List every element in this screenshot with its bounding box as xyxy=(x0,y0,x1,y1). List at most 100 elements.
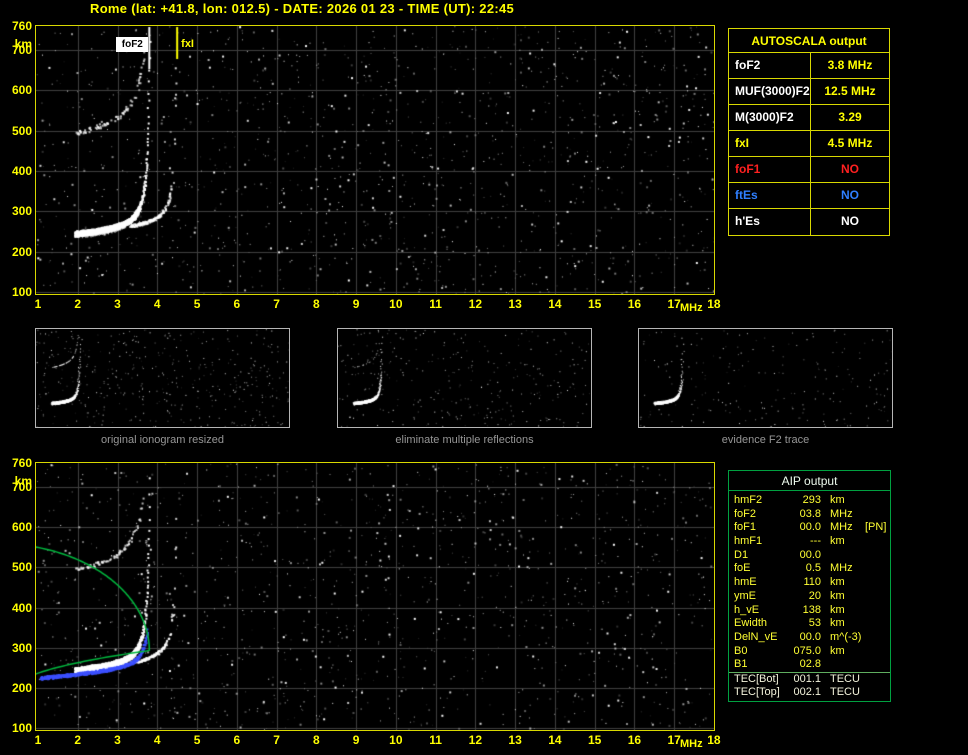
aip-row: hmE 110 km xyxy=(729,576,890,590)
y-tick-label: 600 xyxy=(11,520,32,535)
autoscala-table-body: foF2 3.8 MHz MUF(3000)F2 12.5 MHz M(3000)F2 3… xyxy=(729,53,889,235)
x-tick-label: 6 xyxy=(233,297,241,311)
aip-row: hmF1 --- km xyxy=(729,535,890,549)
x-tick-label: 11 xyxy=(429,297,442,311)
autoscala-param-value: 12.5 MHz xyxy=(824,84,876,98)
thumbnail-caption-original: original ionogram resized xyxy=(101,434,224,446)
autoscala-row: fxI 4.5 MHz xyxy=(729,131,889,157)
aip-param-value: 110 xyxy=(803,576,821,589)
x-tick-label: 2 xyxy=(74,297,82,311)
aip-row: hmF2 293 km xyxy=(729,494,890,508)
autoscala-param-label: M(3000)F2 xyxy=(729,105,811,130)
autoscala-row: ftEs NO xyxy=(729,183,889,209)
main-ionogram-panel: foF2 fxI xyxy=(35,25,715,295)
thumbnail-multiple-reflections-canvas xyxy=(338,329,591,427)
autoscala-row: foF2 3.8 MHz xyxy=(729,53,889,79)
x-tick-label: 11 xyxy=(429,733,442,747)
y-tick-label: 400 xyxy=(11,600,32,615)
autoscala-param-label: h'Es xyxy=(729,209,811,235)
aip-row: B0 075.0 km xyxy=(729,645,890,659)
aip-param-unit xyxy=(821,549,865,563)
x-tick-label: 15 xyxy=(587,297,602,311)
aip-output-table: AIP output hmF2 293 km foF2 03.8 MHz foF1 00.0 M… xyxy=(728,470,891,703)
aip-param-extra xyxy=(865,658,890,672)
aip-row: TEC[Top] 002.1 TECU xyxy=(729,686,890,700)
aip-param-unit: km xyxy=(830,576,845,589)
aip-param-name: B0 xyxy=(734,644,748,657)
x-tick-label: 16 xyxy=(627,297,642,311)
aip-param-name: DelN_vE xyxy=(734,630,778,643)
y-tick-label: 700 xyxy=(11,480,32,495)
aip-row: D1 00.0 xyxy=(729,549,890,563)
thumbnail-caption-reflections: eliminate multiple reflections xyxy=(395,434,534,446)
aip-param-name: hmF1 xyxy=(734,535,763,548)
fxi-marker-label: fxI xyxy=(181,38,194,50)
aip-param-unit: km xyxy=(830,617,845,630)
autoscala-param-value: 4.5 MHz xyxy=(827,136,873,150)
x-tick-label: 13 xyxy=(508,297,522,311)
y-tick-label: 500 xyxy=(11,560,32,575)
aip-param-unit: km xyxy=(830,603,845,616)
autoscala-param-value: NO xyxy=(841,214,859,228)
profile-ionogram-panel xyxy=(35,462,715,731)
x-tick-label: 9 xyxy=(352,297,360,311)
aip-param-value: 20 xyxy=(808,589,821,602)
aip-row: B1 02.8 xyxy=(729,658,890,672)
x-tick-label: 5 xyxy=(193,733,201,747)
aip-row: TEC[Bot] 001.1 TECU xyxy=(729,671,890,686)
y-tick-label: 200 xyxy=(11,244,32,259)
aip-param-name: D1 xyxy=(734,548,749,561)
y-tick-label: 760 xyxy=(11,456,32,470)
x-tick-label: 1 xyxy=(34,733,42,747)
aip-param-extra xyxy=(865,631,890,645)
aip-param-name: Ewidth xyxy=(734,617,768,630)
x-tick-label: 9 xyxy=(352,733,360,747)
aip-param-name: hmF2 xyxy=(734,494,763,506)
aip-param-name: TEC[Bot] xyxy=(734,672,779,685)
aip-param-unit xyxy=(821,658,865,672)
aip-row: foE 0.5 MHz xyxy=(729,562,890,576)
aip-param-extra: [PN] xyxy=(865,521,887,534)
aip-param-unit: km xyxy=(830,535,845,548)
y-tick-label: 300 xyxy=(11,640,32,655)
aip-param-value: 03.8 xyxy=(799,507,821,520)
aip-param-name: foF2 xyxy=(734,507,757,520)
thumbnail-multiple-reflections xyxy=(337,328,592,428)
thumbnail-caption-f2-trace: evidence F2 trace xyxy=(721,434,810,446)
x-tick-label: 7 xyxy=(273,733,280,747)
aip-row: foF2 03.8 MHz xyxy=(729,508,890,522)
x-tick-label: 3 xyxy=(114,733,121,747)
aip-param-extra xyxy=(865,645,890,659)
y-tick-label: 200 xyxy=(11,680,32,695)
x-tick-label: 8 xyxy=(312,297,320,311)
x-tick-label: 17 xyxy=(667,733,681,747)
aip-param-unit: MHz xyxy=(830,521,853,534)
aip-param-extra xyxy=(865,535,890,549)
main-ionogram-canvas xyxy=(36,26,714,294)
aip-param-value: 53 xyxy=(808,617,821,630)
y-tick-label: 400 xyxy=(11,164,32,179)
aip-row: h_vE 138 km xyxy=(729,604,890,618)
aip-row: foF1 00.0 MHz [PN] xyxy=(729,521,890,535)
autoscala-param-value: NO xyxy=(841,188,859,202)
autoscala-param-value: NO xyxy=(841,162,859,176)
y-tick-label: 500 xyxy=(11,123,32,138)
autoscala-table-title: AUTOSCALA output xyxy=(729,29,889,53)
aip-param-extra xyxy=(865,673,890,686)
fof2-marker-label: foF2 xyxy=(116,37,149,52)
aip-param-value: 00.0 xyxy=(799,521,821,534)
aip-param-unit: MHz xyxy=(830,507,853,520)
autoscala-app-window: { "title": "Rome (lat: +41.8, lon: 012.5… xyxy=(0,0,968,755)
aip-param-name: foF1 xyxy=(734,521,757,534)
autoscala-row: foF1 NO xyxy=(729,157,889,183)
autoscala-param-value: 3.8 MHz xyxy=(827,58,873,72)
aip-param-extra xyxy=(865,576,890,590)
aip-param-unit: km xyxy=(830,494,845,506)
aip-param-name: B1 xyxy=(734,658,748,671)
aip-param-unit: km xyxy=(830,644,845,657)
autoscala-param-label: foF1 xyxy=(729,157,811,182)
x-tick-label: 10 xyxy=(389,733,403,747)
y-tick-label: 600 xyxy=(11,83,32,98)
thumbnail-original-ionogram xyxy=(35,328,290,428)
aip-param-name: hmE xyxy=(734,576,757,589)
